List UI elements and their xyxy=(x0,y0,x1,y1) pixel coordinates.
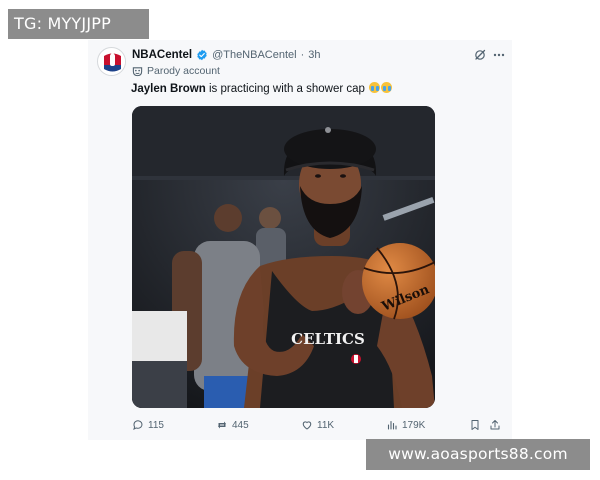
display-name[interactable]: NBACentel xyxy=(132,49,192,61)
handle[interactable]: @TheNBACentel xyxy=(212,49,297,61)
verified-badge-icon xyxy=(197,49,207,61)
watermark-url: www.aoasports88.com xyxy=(366,439,590,470)
more-options-icon[interactable] xyxy=(492,48,506,62)
reply-count: 115 xyxy=(148,419,164,431)
views-chart-icon xyxy=(387,420,397,430)
tg-overlay-label: TG: MYYJJPP xyxy=(8,9,149,39)
like-heart-icon xyxy=(302,421,312,430)
repost-count: 445 xyxy=(232,419,249,431)
parody-label: Parody account xyxy=(132,65,220,77)
repost-button[interactable]: 445 xyxy=(216,416,249,434)
reply-icon xyxy=(133,420,143,430)
views-button[interactable]: 179K xyxy=(386,416,425,434)
repost-icon xyxy=(218,421,226,429)
share-button[interactable] xyxy=(489,416,501,434)
tweet-media-photo[interactable]: Wilson CELTICS xyxy=(132,106,435,408)
share-icon xyxy=(490,420,500,430)
bookmark-button[interactable] xyxy=(469,416,481,434)
jersey-text: CELTICS xyxy=(291,330,365,348)
photo-illustration: Wilson CELTICS xyxy=(132,106,435,408)
tweet-text-name: Jaylen Brown xyxy=(131,83,206,95)
loudly-crying-face-emoji xyxy=(369,82,381,93)
tweet-text: Jaylen Brown is practicing with a shower… xyxy=(131,82,393,95)
grok-icon[interactable] xyxy=(474,49,486,61)
tweet-header: NBACentel @TheNBACentel · 3h xyxy=(132,47,321,63)
separator-dot: · xyxy=(300,49,305,61)
like-button[interactable]: 11K xyxy=(301,416,334,434)
views-count: 179K xyxy=(402,419,426,431)
reply-button[interactable]: 115 xyxy=(132,416,164,434)
like-count: 11K xyxy=(317,419,335,431)
loudly-crying-face-emoji xyxy=(381,82,393,93)
nba-logo-icon xyxy=(98,48,125,75)
tweet-card[interactable]: NBACentel @TheNBACentel · 3h Parody acco… xyxy=(88,40,512,440)
tweet-text-body: is practicing with a shower cap xyxy=(205,83,365,95)
bookmark-icon xyxy=(471,420,479,430)
avatar[interactable] xyxy=(97,47,126,76)
tweet-action-bar: 115 445 11K 179K xyxy=(132,416,504,434)
parody-label-text: Parody account xyxy=(147,65,220,77)
timestamp[interactable]: 3h xyxy=(308,49,320,61)
parody-mask-icon xyxy=(132,66,143,76)
